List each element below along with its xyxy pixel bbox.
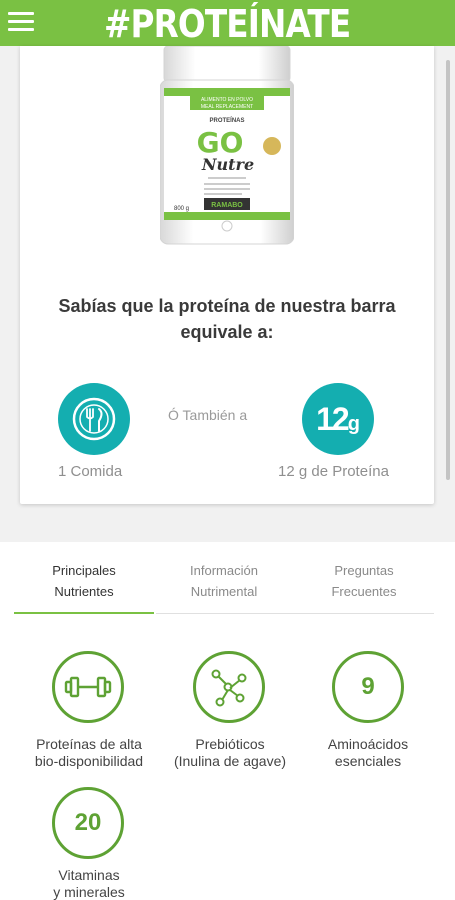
tab-principales-nutrientes[interactable]: Principales Nutrientes [14,560,154,614]
jar-banner-bottom: MEAL REPLACEMENT [201,104,253,110]
nutrient-line: esenciales [334,753,402,769]
promo-text: Sabías que la proteína de nuestra barra … [20,293,434,345]
product-jar-image: ALIMENTO EN POLVO MEAL REPLACEMENT PROTE… [160,46,294,245]
alt-text: Ó También a [168,407,248,423]
nutrient-line: Proteínas de alta [36,736,142,752]
vitamins-circle: 20 [52,787,124,859]
jar-script: Nutre [201,155,254,174]
molecule-circle [193,651,265,723]
dumbbell-circle [52,651,124,723]
tab-informacion-nutrimental[interactable]: Información Nutrimental [154,560,294,614]
vitamins-count: 20 [74,809,102,836]
promo-line1: Sabías que la proteína de nuestra barra [58,296,396,316]
jar-line1: PROTEÍNAS [209,116,244,124]
grams-circle: 12g [302,383,374,455]
tab-divider [156,613,434,614]
tab-label: Frecuentes [331,584,397,599]
molecule-icon [211,669,247,707]
app-title: #PROTEÍNATE [103,2,351,46]
tab-preguntas-frecuentes[interactable]: Preguntas Frecuentes [294,560,434,614]
nutrient-line: y minerales [53,884,125,900]
plate-cutlery-icon [72,397,116,441]
promo-line2: equivale a: [180,322,274,342]
nutrient-line: Aminoácidos [327,736,409,752]
jar-weight: 800 g [174,206,189,212]
grams-number: 12 [316,401,350,437]
jar-maker: RAMABO [211,202,243,209]
nutrient-label-protein: Proteínas de alta bio-disponibilidad [14,736,164,770]
grams-badge: 12g [302,383,374,455]
protein-label: 12 g de Proteína [278,463,389,480]
app-header: #PROTEÍNATE [0,0,455,46]
nutrient-label-prebiotics: Prebióticos (Inulina de agave) [155,736,305,770]
grams-unit: g [347,413,360,435]
meal-label: 1 Comida [58,463,123,480]
tab-label: Preguntas [334,563,394,578]
tab-label: Información [190,563,258,578]
tab-label: Nutrimental [190,584,258,599]
nutrient-line: Vitaminas [58,867,120,883]
jar-banner-top: ALIMENTO EN POLVO [201,97,253,103]
active-tab-indicator [14,612,154,614]
dumbbell-icon [64,676,112,698]
tab-label: Nutrientes [54,584,114,599]
meal-circle [58,383,130,455]
scrollbar[interactable] [446,60,450,480]
info-tabs: Principales Nutrientes Información Nutri… [14,560,434,614]
nutrient-line: bio-disponibilidad [34,753,144,769]
nutrient-label-vitamins: Vitaminas y minerales [14,867,164,900]
nutrient-line: (Inulina de agave) [173,753,287,769]
tab-label: Principales [52,563,116,578]
amino-count: 9 [361,673,375,700]
amino-circle: 9 [332,651,404,723]
nutrient-label-amino: Aminoácidos esenciales [293,736,443,770]
nutrient-line: Prebióticos [195,736,265,752]
